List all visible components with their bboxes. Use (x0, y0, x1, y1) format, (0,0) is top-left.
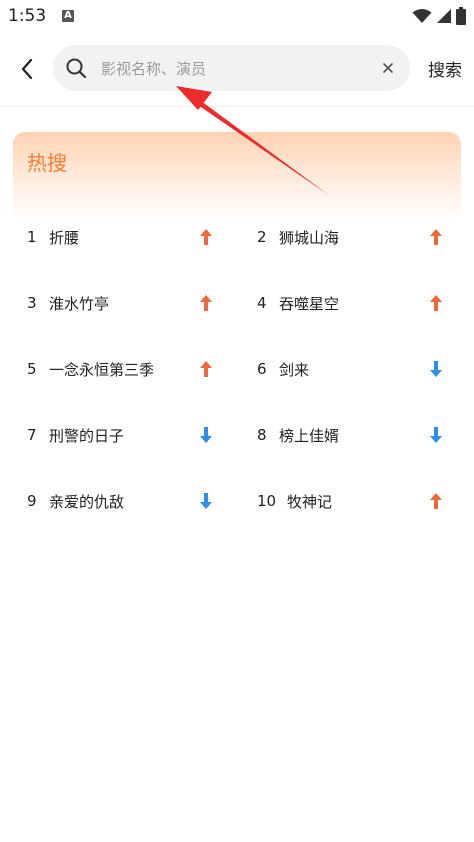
search-box[interactable] (53, 45, 410, 93)
battery-icon (456, 7, 466, 25)
trend-up-icon (430, 493, 442, 509)
hot-item-8[interactable]: 8 榜上佳婿 (257, 415, 447, 455)
trend-down-icon (200, 493, 212, 509)
trend-down-icon (430, 427, 442, 443)
trend-up-icon (200, 229, 212, 245)
hot-item-3[interactable]: 3 淮水竹亭 (27, 283, 217, 323)
magnifier-icon (66, 58, 87, 79)
search-button[interactable]: 搜索 (428, 56, 462, 81)
search-input[interactable] (99, 45, 373, 93)
hot-item-title: 折腰 (49, 228, 80, 247)
hot-search-title: 热搜 (27, 151, 67, 175)
hot-item-rank: 8 (257, 426, 267, 444)
hot-item-5[interactable]: 5 一念永恒第三季 (27, 349, 217, 389)
hot-item-9[interactable]: 9 亲爱的仇敌 (27, 481, 217, 521)
hot-item-title: 淮水竹亭 (49, 294, 110, 313)
trend-up-icon (200, 361, 212, 377)
chevron-left-icon (21, 58, 33, 80)
hot-item-6[interactable]: 6 剑来 (257, 349, 447, 389)
search-header: 搜索 (0, 34, 474, 107)
hot-item-title: 吞噬星空 (279, 294, 340, 313)
status-icons (412, 7, 466, 25)
trend-up-icon (200, 295, 212, 311)
hot-item-rank: 7 (27, 426, 37, 444)
hot-item-rank: 10 (257, 492, 277, 510)
hot-item-7[interactable]: 7 刑警的日子 (27, 415, 217, 455)
trend-down-icon (430, 361, 442, 377)
back-button[interactable] (12, 54, 42, 84)
hot-item-rank: 5 (27, 360, 37, 378)
notification-icon: A (62, 10, 74, 22)
hot-item-title: 剑来 (279, 360, 310, 379)
hot-item-rank: 1 (27, 228, 37, 246)
status-time: 1:53 (8, 6, 47, 26)
hot-item-title: 牧神记 (287, 492, 333, 511)
signal-icon (437, 9, 451, 23)
hot-item-10[interactable]: 10 牧神记 (257, 481, 447, 521)
hot-item-rank: 2 (257, 228, 267, 246)
hot-item-rank: 4 (257, 294, 267, 312)
hot-item-rank: 3 (27, 294, 37, 312)
hot-item-title: 榜上佳婿 (279, 426, 340, 445)
hot-item-rank: 6 (257, 360, 267, 378)
hot-item-title: 狮城山海 (279, 228, 340, 247)
hot-item-4[interactable]: 4 吞噬星空 (257, 283, 447, 323)
hot-item-title: 刑警的日子 (49, 426, 125, 445)
hot-item-title: 亲爱的仇敌 (49, 492, 125, 511)
close-icon[interactable] (380, 60, 396, 76)
hot-item-title: 一念永恒第三季 (49, 360, 155, 379)
status-bar: 1:53 A (0, 0, 474, 34)
hot-item-1[interactable]: 1 折腰 (27, 217, 217, 257)
trend-up-icon (430, 229, 442, 245)
hot-item-2[interactable]: 2 狮城山海 (257, 217, 447, 257)
hot-search-panel: 热搜 (13, 132, 461, 220)
trend-up-icon (430, 295, 442, 311)
trend-down-icon (200, 427, 212, 443)
hot-item-rank: 9 (27, 492, 37, 510)
wifi-icon (412, 9, 432, 23)
